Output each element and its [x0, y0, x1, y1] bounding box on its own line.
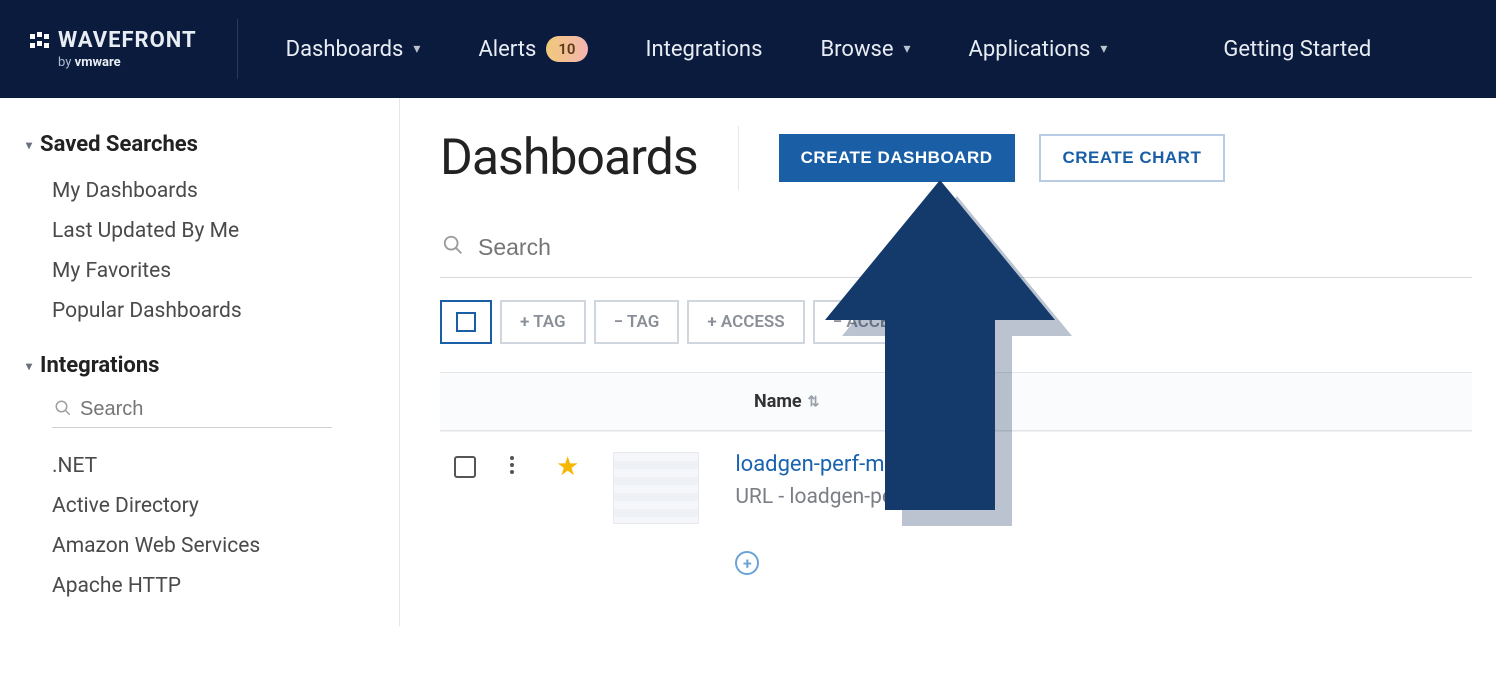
sidebar-item-apache-http[interactable]: Apache HTTP — [26, 566, 373, 606]
dashboards-search-input[interactable] — [478, 234, 878, 261]
chevron-down-icon: ▾ — [26, 359, 32, 373]
dashboard-thumbnail[interactable] — [613, 452, 699, 524]
sidebar-item-popular-dashboards[interactable]: Popular Dashboards — [26, 291, 373, 331]
nav-menu: Dashboards ▾ Alerts 10 Integrations Brow… — [286, 36, 1372, 62]
search-icon — [54, 399, 72, 421]
wavefront-logo-icon — [30, 32, 50, 50]
sidebar-integrations-search-input[interactable] — [80, 398, 330, 421]
chip-add-tag[interactable]: + TAG — [500, 300, 586, 344]
create-chart-button[interactable]: CREATE CHART — [1039, 134, 1226, 182]
sidebar-item-active-directory[interactable]: Active Directory — [26, 486, 373, 526]
brand-byline: by vmware — [58, 55, 121, 70]
sidebar-section-integrations[interactable]: ▾ Integrations — [26, 353, 373, 378]
sidebar-item-dotnet[interactable]: .NET — [26, 446, 373, 486]
chevron-down-icon: ▾ — [1100, 41, 1107, 57]
brand-name: WAVEFRONT — [58, 28, 197, 53]
chevron-down-icon: ▾ — [26, 138, 32, 152]
sidebar-section-saved-searches[interactable]: ▾ Saved Searches — [26, 132, 373, 157]
nav-browse[interactable]: Browse ▾ — [820, 37, 910, 62]
chip-remove-tag[interactable]: − TAG — [594, 300, 680, 344]
dashboards-table-header: Name ⇅ — [440, 372, 1472, 431]
trash-icon — [958, 313, 974, 331]
sidebar: ▾ Saved Searches My Dashboards Last Upda… — [0, 98, 400, 626]
favorite-star-icon[interactable]: ★ — [556, 452, 579, 482]
chip-delete[interactable] — [938, 300, 994, 344]
chevron-down-icon: ▾ — [904, 41, 911, 57]
nav-getting-started[interactable]: Getting Started — [1223, 37, 1371, 62]
add-tag-icon[interactable]: + — [735, 551, 759, 575]
divider — [738, 126, 739, 190]
search-icon — [442, 234, 464, 261]
sidebar-item-my-favorites[interactable]: My Favorites — [26, 251, 373, 291]
nav-applications[interactable]: Applications ▾ — [969, 37, 1108, 62]
filter-chip-row: + TAG − TAG + ACCESS − ACCESS — [440, 300, 1472, 344]
row-actions-menu[interactable] — [502, 456, 522, 474]
sort-icon: ⇅ — [808, 394, 820, 410]
dashboards-search[interactable] — [440, 228, 1472, 278]
main-content: Dashboards CREATE DASHBOARD CREATE CHART… — [400, 98, 1496, 626]
column-header-name[interactable]: Name ⇅ — [754, 391, 819, 412]
top-navigation: WAVEFRONT by vmware Dashboards ▾ Alerts … — [0, 0, 1496, 98]
chevron-down-icon: ▾ — [413, 41, 420, 57]
row-checkbox[interactable] — [454, 456, 476, 478]
chip-remove-access[interactable]: − ACCESS — [813, 300, 931, 344]
sidebar-integrations-search[interactable] — [52, 392, 332, 428]
select-all-checkbox[interactable] — [440, 300, 492, 344]
sidebar-item-last-updated-by-me[interactable]: Last Updated By Me — [26, 211, 373, 251]
sidebar-item-amazon-web-services[interactable]: Amazon Web Services — [26, 526, 373, 566]
alerts-count-badge: 10 — [546, 36, 587, 62]
sidebar-item-my-dashboards[interactable]: My Dashboards — [26, 171, 373, 211]
page-title: Dashboards — [440, 129, 698, 187]
chip-add-access[interactable]: + ACCESS — [687, 300, 804, 344]
nav-dashboards[interactable]: Dashboards ▾ — [286, 37, 421, 62]
nav-integrations[interactable]: Integrations — [646, 37, 763, 62]
brand-logo[interactable]: WAVEFRONT by vmware — [30, 19, 238, 79]
table-row: ★ loadgen-perf-metrics URL - loadgen-per… — [440, 431, 1472, 583]
dashboard-url-label: URL - loadgen-perf-metrics — [735, 485, 984, 509]
nav-alerts[interactable]: Alerts 10 — [478, 36, 587, 62]
create-dashboard-button[interactable]: CREATE DASHBOARD — [779, 134, 1015, 182]
dashboard-name-link[interactable]: loadgen-perf-metrics — [735, 452, 984, 477]
